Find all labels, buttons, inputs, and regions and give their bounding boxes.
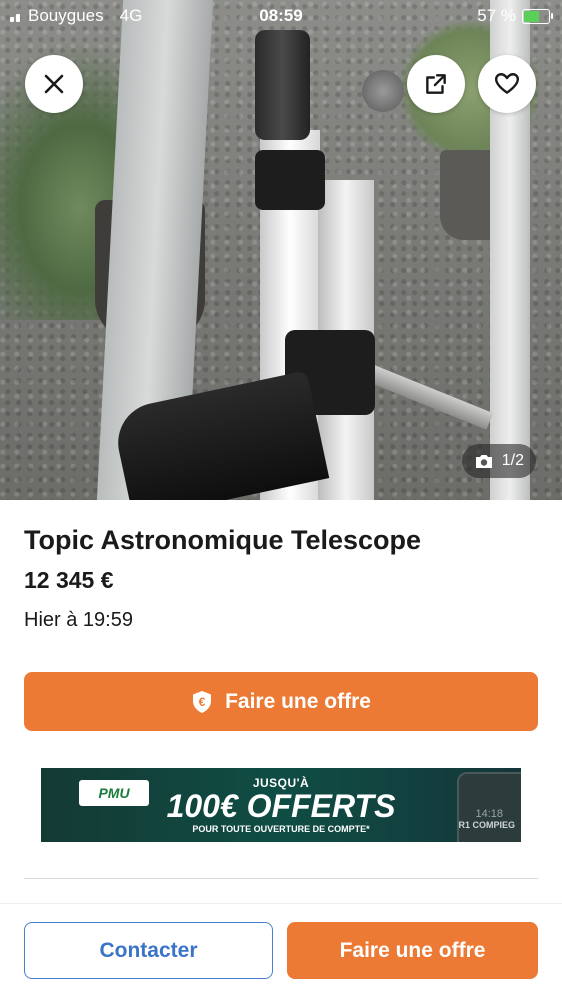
ad-phone-image: [457, 772, 521, 842]
make-offer-button[interactable]: € Faire une offre: [24, 672, 538, 731]
bottom-make-offer-button[interactable]: Faire une offre: [287, 922, 538, 979]
ad-phone-text: R1 COMPIEG: [458, 820, 515, 830]
contact-button[interactable]: Contacter: [24, 922, 273, 979]
euro-shield-icon: €: [193, 690, 212, 713]
make-offer-label: Faire une offre: [225, 689, 371, 713]
favorite-button[interactable]: [478, 55, 536, 113]
status-bar-right: 57 %: [477, 6, 553, 26]
photo-knob: [362, 70, 404, 112]
photo-clamp: [255, 150, 325, 210]
photo-eyepiece: [255, 30, 310, 140]
listing-title: Topic Astronomique Telescope: [24, 525, 422, 555]
listing-photo[interactable]: [0, 0, 562, 500]
battery-icon: [522, 8, 553, 24]
listing-date: Hier à 19:59: [24, 609, 133, 631]
listing-price: 12 345 €: [24, 567, 114, 593]
heart-icon: [494, 73, 520, 94]
share-button[interactable]: [407, 55, 465, 113]
photo-counter-text: 1/2: [501, 452, 524, 469]
status-bar: Bouygues 4G 08:59 57 %: [0, 0, 562, 32]
battery-percent: 57 %: [477, 6, 516, 25]
close-button[interactable]: [25, 55, 83, 113]
ad-phone-time: 14:18: [475, 808, 503, 820]
close-icon: [44, 74, 64, 94]
divider: [24, 878, 538, 879]
svg-text:€: €: [199, 695, 206, 709]
ad-main-text: 100€ OFFERTS: [166, 788, 396, 824]
ad-sub-text: POUR TOUTE OUVERTURE DE COMPTE*: [192, 824, 370, 834]
ad-banner[interactable]: PMU JUSQU'À 100€ OFFERTS POUR TOUTE OUVE…: [41, 768, 521, 842]
photo-counter[interactable]: 1/2: [461, 444, 536, 478]
camera-icon: [475, 454, 492, 468]
external-link-icon: [426, 74, 446, 94]
